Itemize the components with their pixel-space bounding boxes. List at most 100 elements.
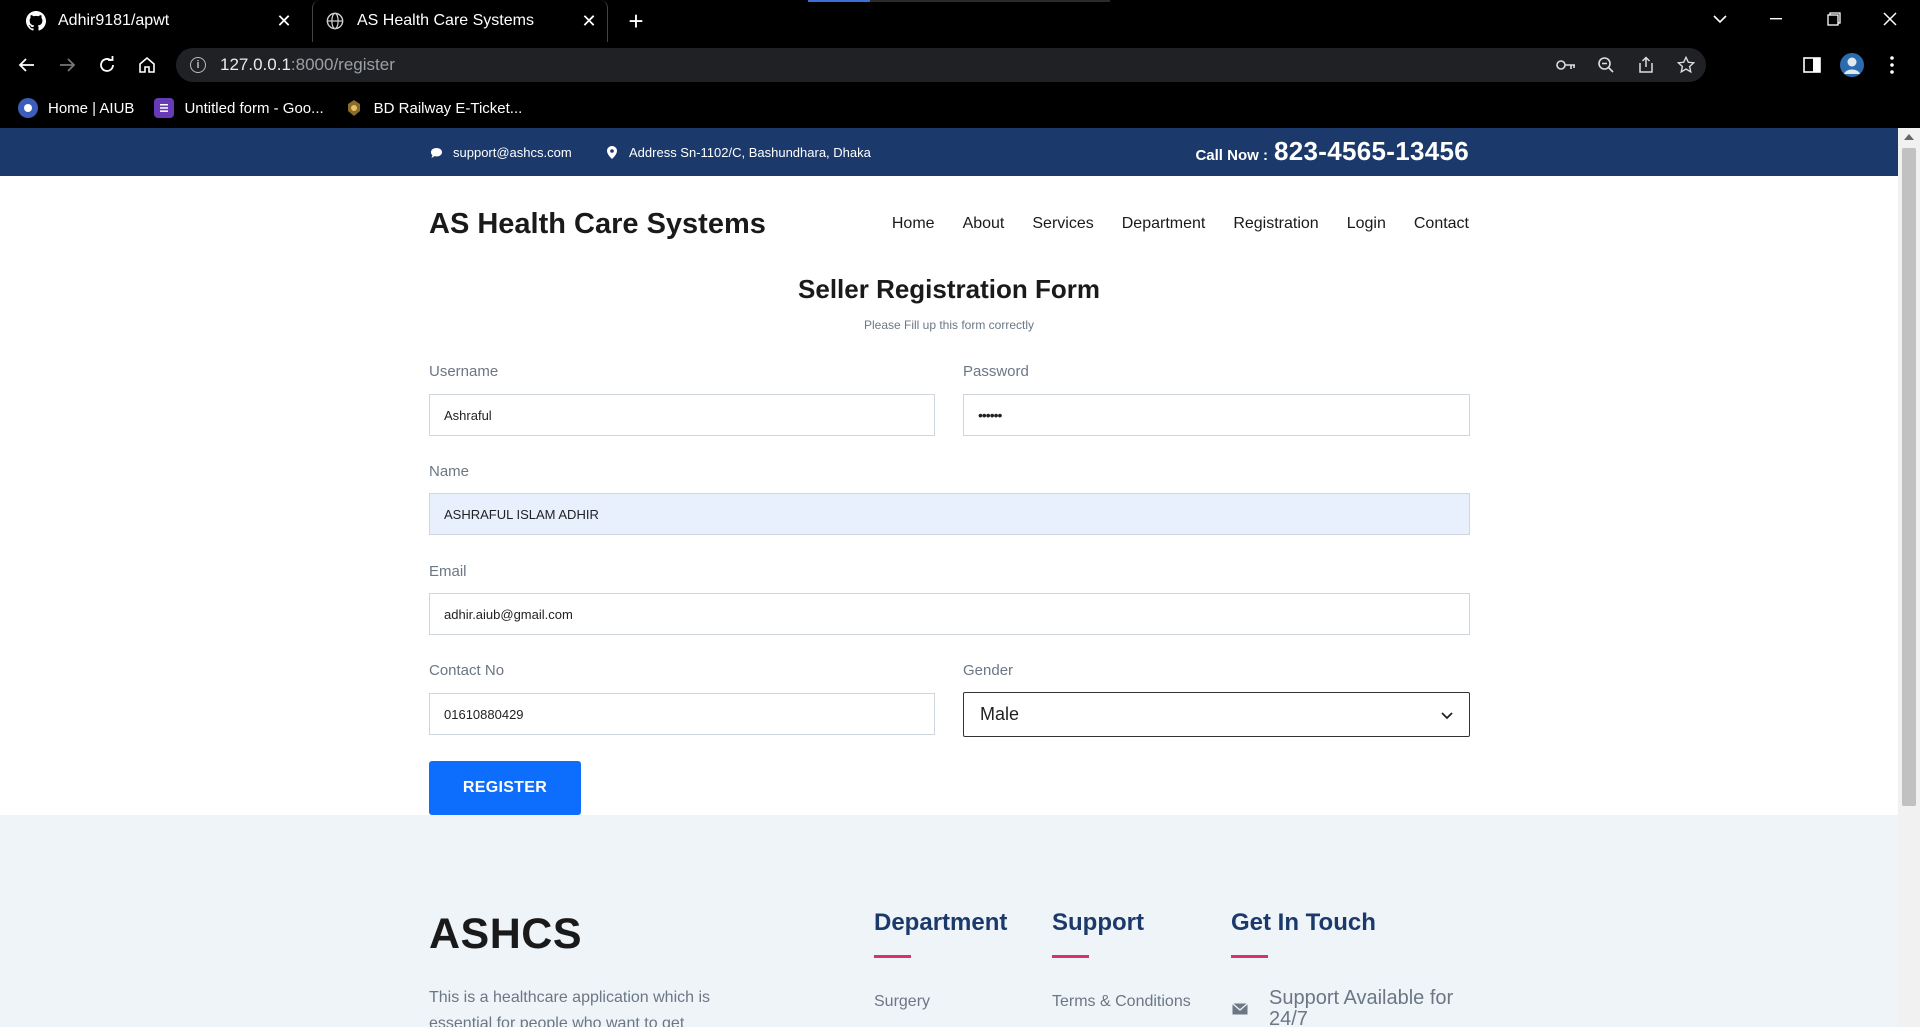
footer-brand: ASHCS [429, 910, 583, 958]
form-subtitle: Please Fill up this form correctly [863, 318, 1035, 332]
url-host: 127.0.0.1 [220, 55, 291, 74]
email-value: adhir.aiub@gmail.com [444, 606, 573, 622]
topbar-email[interactable]: support@ashcs.com [429, 145, 572, 160]
chat-bubble-icon [429, 146, 443, 160]
site-info-icon[interactable]: i [190, 57, 206, 73]
email-label: Email [429, 563, 467, 580]
bookmark-star-icon[interactable] [1666, 48, 1706, 82]
site-brand[interactable]: AS Health Care Systems [429, 208, 766, 241]
minimize-icon[interactable] [1756, 0, 1796, 38]
forward-arrow-icon[interactable] [52, 50, 82, 80]
footer-department-heading: Department [874, 909, 1008, 936]
footer-touch-heading: Get In Touch [1231, 909, 1376, 936]
bookmark-label: BD Railway E-Ticket... [373, 99, 523, 117]
address-bar[interactable]: i 127.0.0.1:8000/register [176, 48, 1706, 82]
contact-input[interactable]: 01610880429 [429, 693, 935, 735]
aiub-icon [18, 98, 38, 118]
gender-label: Gender [963, 662, 1014, 679]
footer-touch-text: Support Available for 24/7 [1269, 987, 1454, 1027]
contact-value: 01610880429 [444, 706, 524, 722]
username-label: Username [429, 363, 499, 380]
username-input[interactable]: Ashraful [429, 394, 935, 436]
restore-icon[interactable] [1814, 0, 1854, 38]
home-icon[interactable] [132, 50, 162, 80]
contact-label: Contact No [429, 662, 505, 679]
key-icon[interactable] [1546, 48, 1586, 82]
nav-services[interactable]: Services [1032, 215, 1093, 233]
scrollbar-thumb[interactable] [1902, 148, 1916, 806]
tab-title: Adhir9181/apwt [58, 12, 170, 29]
share-icon[interactable] [1626, 48, 1666, 82]
bookmark-railway[interactable]: BD Railway E-Ticket... [344, 98, 523, 118]
gender-value: Male [980, 704, 1020, 724]
menu-kebab-icon[interactable] [1876, 50, 1908, 80]
nav-contact[interactable]: Contact [1414, 215, 1469, 233]
page-viewport: support@ashcs.com Address Sn-1102/C, Bas… [0, 128, 1898, 1027]
footer-link-surgery[interactable]: Surgery [874, 993, 930, 1011]
map-pin-icon [605, 146, 619, 160]
heading-underline [874, 955, 911, 958]
scroll-up-arrow-icon[interactable] [1904, 134, 1914, 140]
nav-department[interactable]: Department [1122, 215, 1206, 233]
back-arrow-icon[interactable] [12, 50, 42, 80]
nav-registration[interactable]: Registration [1233, 215, 1318, 233]
browser-tabstrip: Adhir9181/apwt ✕ AS Health Care Systems … [0, 0, 1920, 42]
page-scrollbar[interactable] [1898, 128, 1920, 1027]
bookmarks-bar: Home | AIUB Untitled form - Goo... BD Ra… [0, 88, 1920, 128]
nav-about[interactable]: About [963, 215, 1005, 233]
heading-underline [1231, 955, 1268, 958]
name-label: Name [429, 463, 470, 480]
call-now[interactable]: Call Now : 823-4565-13456 [1195, 136, 1469, 167]
side-panel-icon[interactable] [1796, 50, 1828, 80]
loading-indicator [808, 0, 870, 2]
new-tab-plus-icon[interactable]: + [622, 8, 650, 36]
chevron-down-icon [1441, 704, 1453, 725]
footer-support-col: Support [1052, 909, 1144, 958]
reload-icon[interactable] [92, 50, 122, 80]
url-path: :8000/register [290, 55, 395, 74]
nav-login[interactable]: Login [1347, 215, 1386, 233]
call-label: Call Now : [1195, 147, 1268, 164]
browser-tab-active[interactable]: AS Health Care Systems ✕ [312, 0, 608, 42]
zoom-icon[interactable] [1586, 48, 1626, 82]
profile-avatar[interactable] [1836, 50, 1868, 80]
close-icon[interactable]: ✕ [274, 11, 294, 31]
main-nav: Home About Services Department Registrat… [864, 215, 1469, 233]
topbar-address: Address Sn-1102/C, Bashundhara, Dhaka [605, 145, 871, 160]
topbar-email-text: support@ashcs.com [453, 145, 572, 160]
google-forms-icon [154, 98, 175, 118]
close-window-icon[interactable] [1870, 0, 1910, 38]
name-value: ASHRAFUL ISLAM ADHIR [444, 506, 599, 522]
username-value: Ashraful [444, 407, 492, 423]
name-input[interactable]: ASHRAFUL ISLAM ADHIR [429, 493, 1470, 535]
password-input[interactable]: •••••• [963, 394, 1470, 436]
bookmark-label: Home | AIUB [48, 99, 135, 117]
contact-topbar: support@ashcs.com Address Sn-1102/C, Bas… [0, 128, 1898, 176]
email-input[interactable]: adhir.aiub@gmail.com [429, 593, 1470, 635]
tab-search-chevron-icon[interactable] [1700, 0, 1740, 38]
gender-select[interactable]: Male [963, 692, 1470, 737]
footer-touch-col: Get In Touch [1231, 909, 1376, 958]
password-label: Password [963, 363, 1029, 380]
call-number: 823-4565-13456 [1273, 136, 1469, 166]
browser-tab-github[interactable]: Adhir9181/apwt ✕ [16, 0, 302, 42]
bookmark-aiub[interactable]: Home | AIUB [18, 98, 134, 118]
footer-description: This is a healthcare application which i… [429, 989, 711, 1027]
railway-icon [344, 98, 364, 118]
browser-toolbar: i 127.0.0.1:8000/register [0, 42, 1920, 88]
password-value: •••••• [978, 407, 1002, 423]
nav-home[interactable]: Home [892, 215, 935, 233]
register-button[interactable]: REGISTER [429, 761, 581, 815]
github-icon [26, 11, 46, 31]
form-title: Seller Registration Form [798, 274, 1100, 304]
close-icon[interactable]: ✕ [579, 11, 599, 31]
envelope-icon [1232, 1002, 1248, 1015]
footer-department-col: Department [874, 909, 1007, 958]
bookmark-label: Untitled form - Goo... [184, 99, 324, 117]
globe-icon [325, 11, 345, 31]
bookmark-google-form[interactable]: Untitled form - Goo... [154, 98, 324, 118]
site-footer: ASHCS This is a healthcare application w… [0, 815, 1898, 1027]
tab-title: AS Health Care Systems [357, 12, 534, 29]
footer-support-heading: Support [1052, 909, 1144, 936]
footer-link-terms[interactable]: Terms & Conditions [1052, 993, 1191, 1011]
